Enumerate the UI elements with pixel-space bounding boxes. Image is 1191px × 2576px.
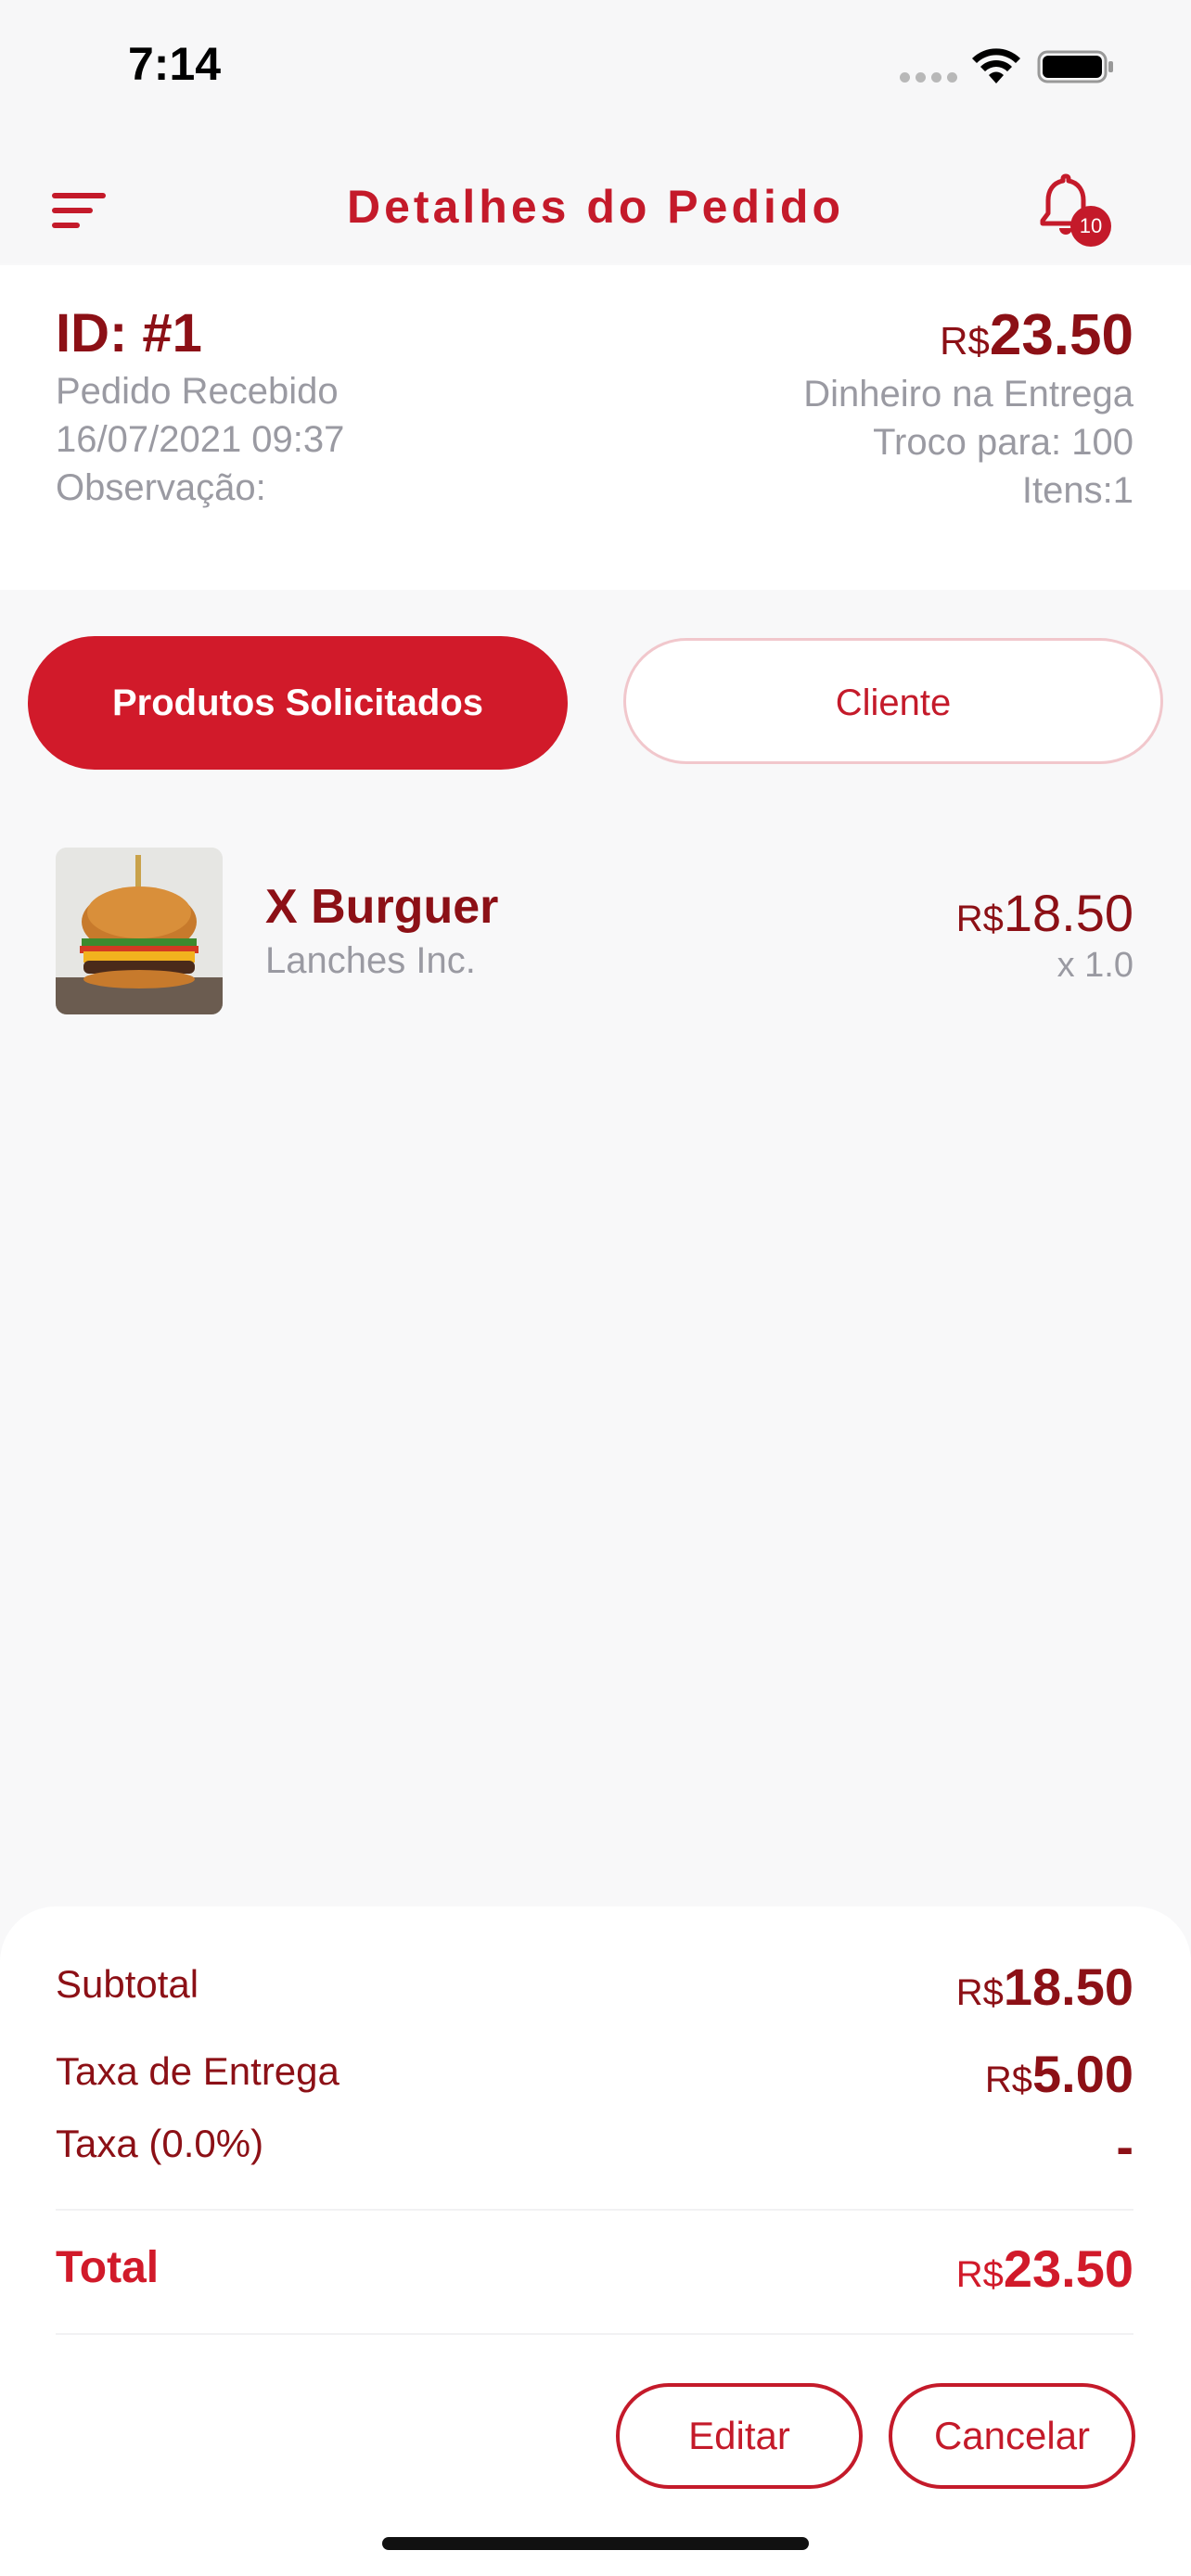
total-label: Total — [56, 2243, 160, 2292]
order-total: R$23.50 — [803, 302, 1133, 368]
cancel-button[interactable]: Cancelar — [889, 2383, 1135, 2489]
product-price-amount: 18.50 — [1003, 884, 1133, 942]
total-amount: 23.50 — [1003, 2239, 1133, 2298]
product-image — [56, 848, 223, 1014]
product-price-currency: R$ — [955, 899, 1004, 939]
items-count: Itens:1 — [1021, 470, 1133, 511]
total-currency: R$ — [955, 2254, 1004, 2295]
product-vendor: Lanches Inc. — [265, 940, 476, 981]
tax-row: Taxa (0.0%) - — [56, 2116, 1133, 2181]
page-title: Detalhes do Pedido — [347, 181, 844, 233]
order-details-screen: 7:14 Detalhes do Pedido 10 ID: #1 Pedido… — [0, 0, 1191, 2576]
tab-cliente[interactable]: Cliente — [623, 638, 1163, 764]
subtotal-amount: 18.50 — [1003, 1958, 1133, 2016]
order-total-currency: R$ — [940, 319, 990, 363]
order-datetime: 16/07/2021 09:37 — [56, 419, 345, 460]
notifications-button[interactable]: 10 — [1037, 172, 1111, 247]
total-row: Total R$23.50 — [56, 2238, 1133, 2307]
change-for: Troco para: 100 — [873, 422, 1133, 463]
product-quantity: x 1.0 — [1057, 946, 1133, 985]
delivery-fee-currency: R$ — [984, 2060, 1032, 2100]
product-price: R$18.50 — [956, 883, 1133, 943]
delivery-fee-amount: 5.00 — [1032, 2045, 1133, 2103]
status-time: 7:14 — [128, 38, 222, 90]
status-bar: 7:14 — [0, 0, 1191, 139]
battery-icon — [1037, 50, 1113, 83]
order-payment-info: R$23.50 Dinheiro na Entrega Troco para: … — [803, 302, 1133, 515]
delivery-fee-label: Taxa de Entrega — [56, 2049, 339, 2093]
wifi-icon — [972, 48, 1020, 83]
edit-button[interactable]: Editar — [616, 2383, 863, 2489]
cellular-signal-icon — [900, 72, 957, 83]
total-value: R$23.50 — [956, 2238, 1133, 2299]
tax-label: Taxa (0.0%) — [56, 2122, 264, 2165]
subtotal-row: Subtotal R$18.50 — [56, 1957, 1133, 2021]
notification-badge: 10 — [1070, 206, 1111, 247]
order-status: Pedido Recebido — [56, 371, 339, 412]
order-note-label: Observação: — [56, 467, 266, 508]
product-name: X Burguer — [265, 880, 499, 934]
subtotal-currency: R$ — [955, 1972, 1004, 2013]
order-id: ID: #1 — [56, 303, 202, 363]
product-list-item[interactable]: X Burguer Lanches Inc. R$18.50 x 1.0 — [56, 848, 1133, 1014]
order-total-amount: 23.50 — [989, 303, 1133, 367]
tax-value: - — [1116, 2117, 1133, 2175]
divider — [56, 2209, 1133, 2211]
home-indicator[interactable] — [382, 2537, 809, 2550]
payment-method: Dinheiro na Entrega — [803, 374, 1133, 414]
tab-produtos-solicitados[interactable]: Produtos Solicitados — [28, 636, 568, 770]
subtotal-value: R$18.50 — [956, 1957, 1133, 2017]
app-header: Detalhes do Pedido 10 — [0, 139, 1191, 263]
delivery-fee-value: R$5.00 — [985, 2044, 1133, 2104]
order-summary-card: ID: #1 Pedido Recebido 16/07/2021 09:37 … — [0, 265, 1191, 590]
subtotal-label: Subtotal — [56, 1962, 199, 2006]
divider — [56, 2333, 1133, 2335]
delivery-fee-row: Taxa de Entrega R$5.00 — [56, 2044, 1133, 2109]
order-meta: Pedido Recebido 16/07/2021 09:37 Observa… — [56, 367, 344, 512]
